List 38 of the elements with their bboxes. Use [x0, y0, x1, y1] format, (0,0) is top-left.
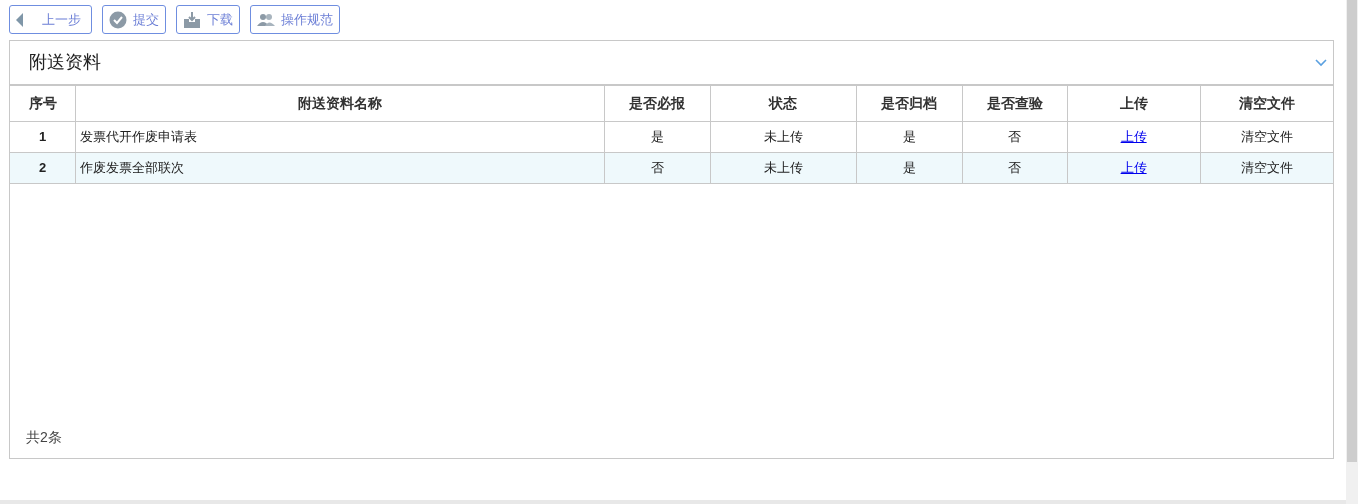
inbox-download-icon [183, 10, 201, 29]
column-header: 状态 [710, 85, 857, 122]
column-header: 清空文件 [1200, 85, 1333, 122]
column-header: 是否必报 [604, 85, 711, 122]
record-count: 共2条 [26, 429, 62, 445]
toolbar-button[interactable]: 上一步 [9, 5, 92, 34]
table-cell: 发票代开作废申请表 [80, 129, 198, 145]
toolbar-button[interactable]: 下载 [176, 5, 240, 34]
triangle-left-icon [16, 12, 24, 27]
table-cell: 否 [650, 160, 664, 176]
table-cell: 未上传 [763, 160, 803, 176]
toolbar-button[interactable]: 提交 [102, 5, 166, 34]
table-cell: 否 [1008, 129, 1022, 145]
column-header: 上传 [1067, 85, 1201, 122]
table-cell: 清空文件 [1240, 160, 1293, 176]
table-row[interactable]: 1 发票代开作废申请表 是 未上传 是 否 上传 清空文件 [10, 121, 1333, 153]
table-cell: 是 [650, 129, 664, 145]
table-cell: 作废发票全部联次 [80, 160, 185, 176]
users-icon [257, 12, 275, 27]
toolbar-button[interactable]: 操作规范 [250, 5, 340, 34]
table-cell: 1 [39, 129, 47, 145]
upload-link[interactable]: 上传 [1120, 129, 1147, 145]
column-header: 是否归档 [856, 85, 963, 122]
chevron-icon[interactable] [1315, 58, 1327, 67]
check-circle-icon [109, 10, 127, 29]
column-header: 序号 [10, 85, 76, 122]
upload-link[interactable]: 上传 [1120, 160, 1147, 176]
column-header: 附送资料名称 [75, 85, 605, 122]
table-cell: 否 [1008, 160, 1022, 176]
table-cell: 未上传 [763, 129, 803, 145]
table-cell: 2 [39, 160, 47, 176]
panel-title: 附送资料 [29, 51, 101, 74]
table-cell: 清空文件 [1240, 129, 1293, 145]
table-row[interactable]: 2 作废发票全部联次 否 未上传 是 否 上传 清空文件 [10, 152, 1333, 184]
scrollbar[interactable] [1346, 0, 1358, 504]
table-cell: 是 [902, 129, 916, 145]
table-cell: 是 [902, 160, 916, 176]
column-header: 是否查验 [962, 85, 1068, 122]
